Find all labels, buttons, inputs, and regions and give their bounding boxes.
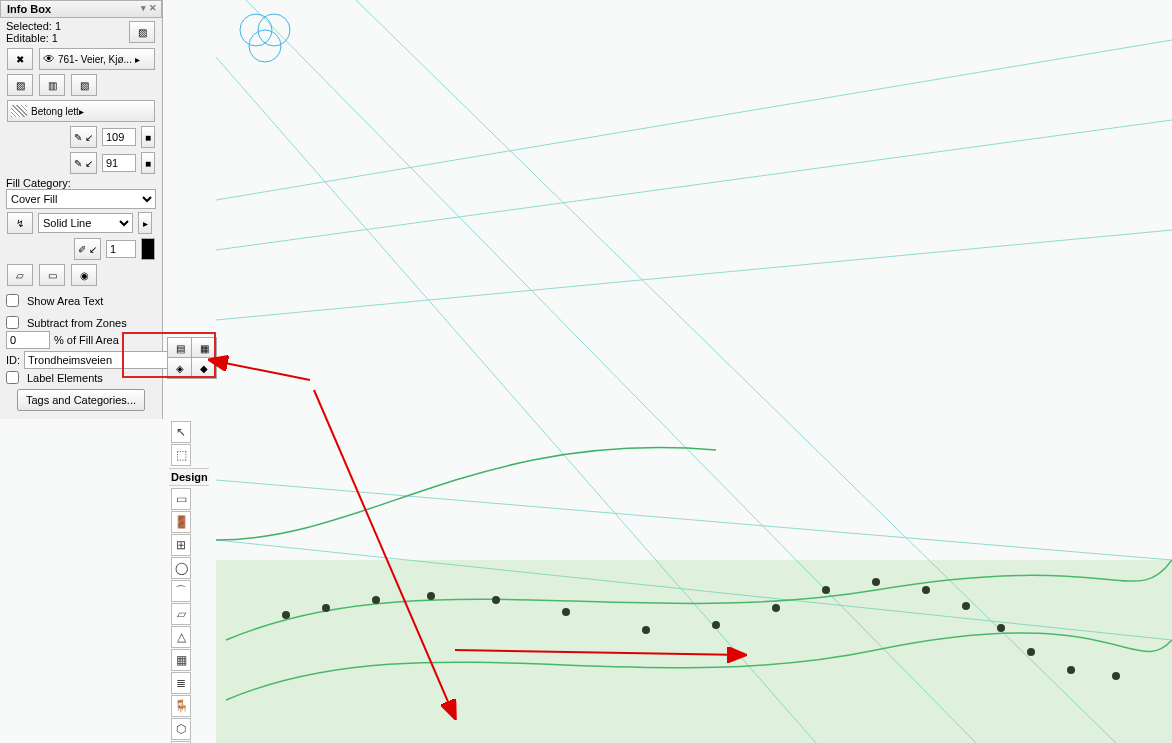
svg-line-36: [455, 650, 745, 655]
svg-line-34: [210, 360, 310, 380]
svg-line-35: [314, 390, 455, 718]
